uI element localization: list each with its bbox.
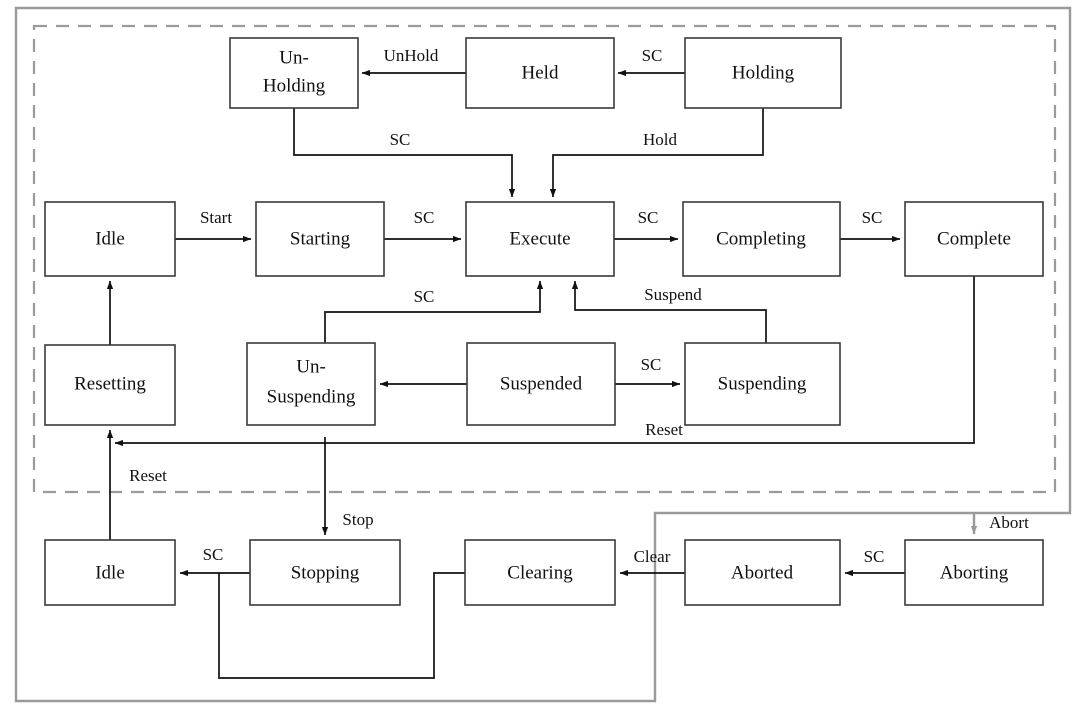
edge-labels-layer: UnHold SC SC Hold Start SC SC SC SC Susp… xyxy=(129,46,1029,566)
node-label-execute: Execute xyxy=(509,228,570,249)
node-label-suspended: Suspended xyxy=(500,373,583,394)
node-complete[interactable]: Complete xyxy=(904,201,1044,277)
edge-label-reset-complete: Reset xyxy=(645,420,683,439)
edge-label-execute-sc: SC xyxy=(638,208,659,227)
node-un-suspending[interactable]: Un- Suspending xyxy=(246,342,376,426)
node-starting[interactable]: Starting xyxy=(255,201,385,277)
node-label-starting: Starting xyxy=(290,228,351,249)
node-label-idle-bottom: Idle xyxy=(95,562,125,583)
node-label-resetting: Resetting xyxy=(74,373,146,394)
node-suspended[interactable]: Suspended xyxy=(466,342,616,426)
node-label-completing: Completing xyxy=(716,228,806,249)
node-label-holding: Holding xyxy=(732,62,795,83)
node-label-aborting: Aborting xyxy=(940,562,1009,583)
edge-label-abort: Abort xyxy=(989,513,1029,532)
node-label-suspending: Suspending xyxy=(718,373,807,394)
edge-label-unhold: UnHold xyxy=(384,46,439,65)
node-holding[interactable]: Holding xyxy=(684,37,842,109)
node-resetting[interactable]: Resetting xyxy=(44,344,176,426)
node-execute[interactable]: Execute xyxy=(465,201,615,277)
edge-label-completing-sc: SC xyxy=(862,208,883,227)
state-machine-diagram: Un- Holding Held Holding Idle Starting E… xyxy=(0,0,1080,709)
node-aborted[interactable]: Aborted xyxy=(684,539,841,606)
node-stopping[interactable]: Stopping xyxy=(249,539,401,606)
node-completing[interactable]: Completing xyxy=(682,201,841,277)
edge-label-unholding-sc: SC xyxy=(390,130,411,149)
edge-label-suspend: Suspend xyxy=(644,285,702,304)
node-label-un-holding-line2: Holding xyxy=(263,75,326,96)
node-label-aborted: Aborted xyxy=(731,562,794,583)
edge-label-stopping-sc: SC xyxy=(203,545,224,564)
diagram-canvas: Un- Holding Held Holding Idle Starting E… xyxy=(14,6,1072,703)
node-label-complete: Complete xyxy=(937,228,1011,249)
edge-label-clear: Clear xyxy=(634,547,671,566)
node-idle-bottom[interactable]: Idle xyxy=(44,539,176,606)
node-label-un-suspending-line1: Un- xyxy=(296,356,326,377)
edge-label-reset-idle: Reset xyxy=(129,466,167,485)
node-label-un-holding-line1: Un- xyxy=(279,47,309,68)
nodes-layer: Un- Holding Held Holding Idle Starting E… xyxy=(44,37,1044,606)
node-suspending[interactable]: Suspending xyxy=(684,342,841,426)
edge-label-hold: Hold xyxy=(643,130,678,149)
node-idle-top[interactable]: Idle xyxy=(44,201,176,277)
node-label-idle-top: Idle xyxy=(95,228,125,249)
edge-label-unsuspending-sc: SC xyxy=(414,287,435,306)
edge-label-aborting-sc: SC xyxy=(864,547,885,566)
node-un-holding[interactable]: Un- Holding xyxy=(229,37,359,109)
edge-unholding-to-execute xyxy=(293,108,516,198)
edge-label-start: Start xyxy=(200,208,232,227)
node-aborting[interactable]: Aborting xyxy=(904,539,1044,606)
node-label-stopping: Stopping xyxy=(291,562,360,583)
node-label-clearing: Clearing xyxy=(507,562,573,583)
edge-label-suspended-sc: SC xyxy=(641,355,662,374)
edge-label-starting-sc: SC xyxy=(414,208,435,227)
node-clearing[interactable]: Clearing xyxy=(464,539,616,606)
edge-label-stop: Stop xyxy=(342,510,373,529)
node-label-held: Held xyxy=(522,62,559,83)
node-held[interactable]: Held xyxy=(465,37,615,109)
node-label-un-suspending-line2: Suspending xyxy=(267,386,356,407)
edge-holding-to-execute xyxy=(549,108,764,198)
edge-label-holding-sc: SC xyxy=(642,46,663,65)
